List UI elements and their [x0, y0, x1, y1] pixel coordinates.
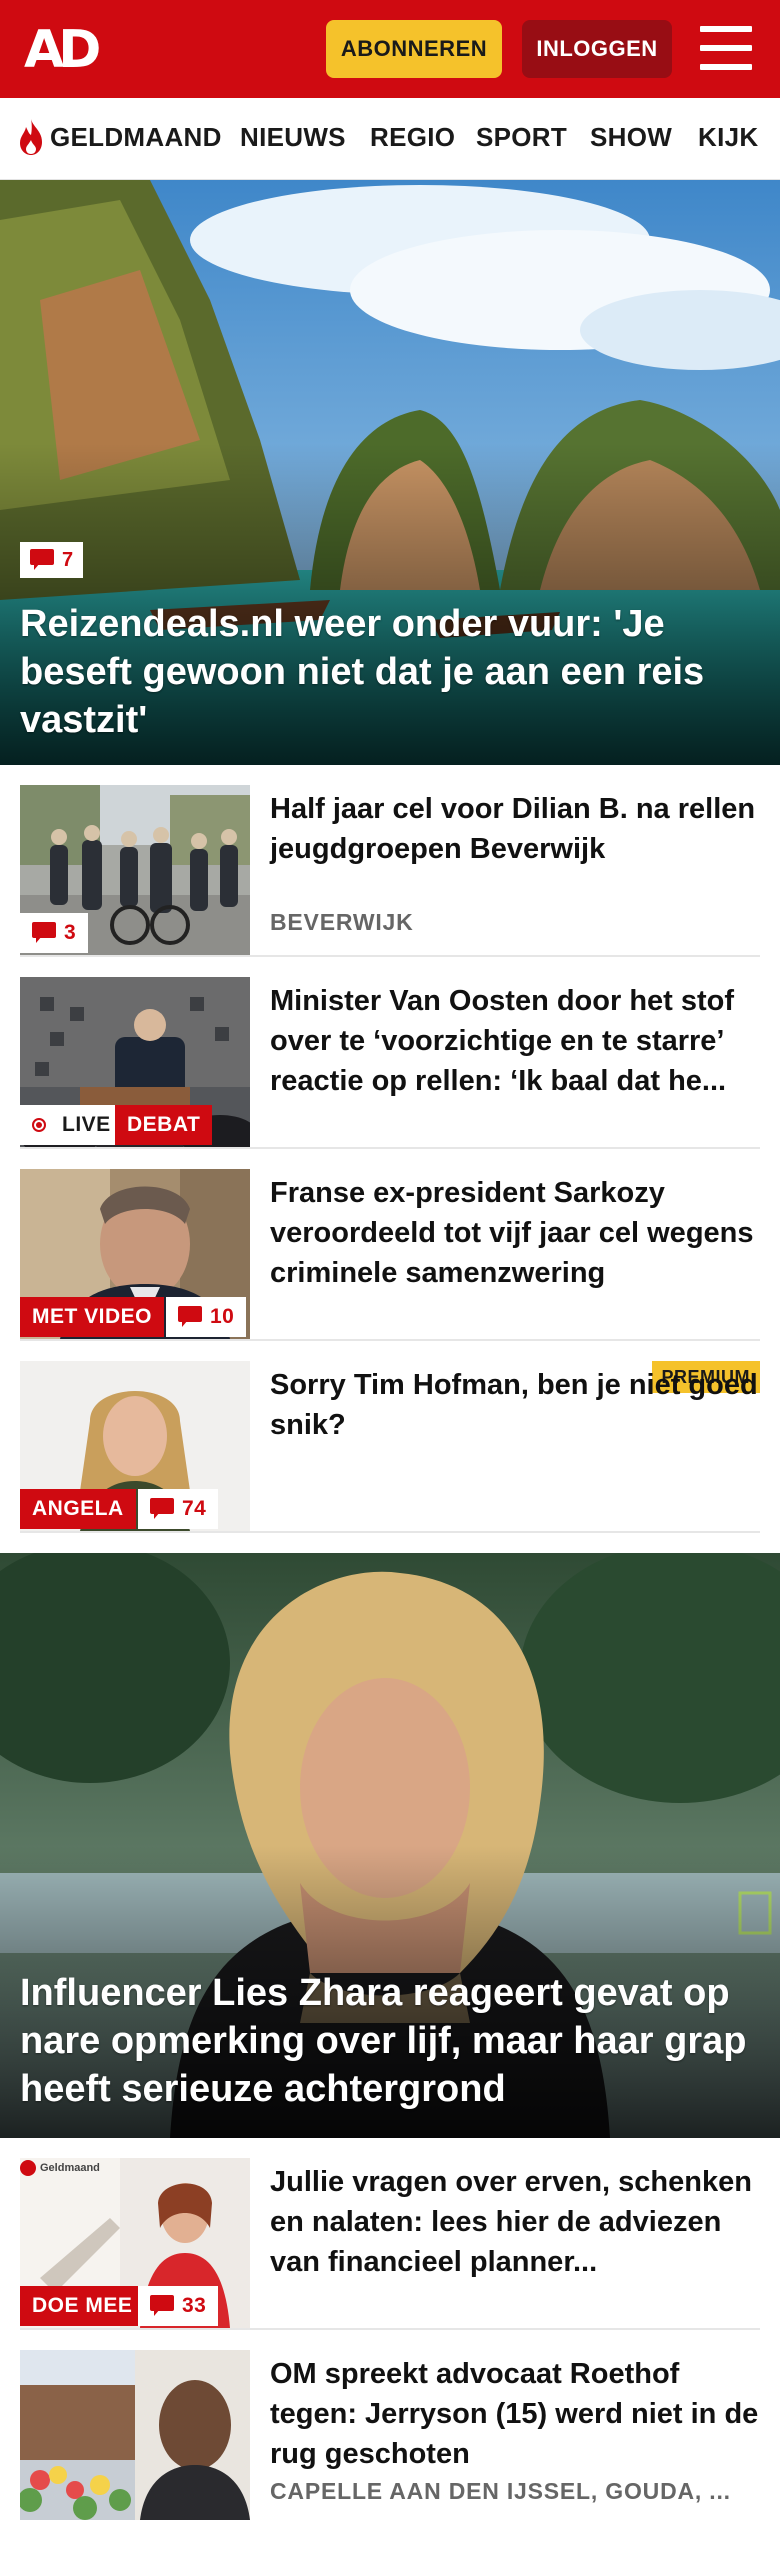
- article-thumbnail: [20, 2350, 250, 2520]
- thumbnail-caption: Geldmaand: [40, 2162, 100, 2174]
- comment-count: 74: [182, 1497, 207, 1520]
- live-dot-icon: [32, 1118, 46, 1132]
- nav-item-kijk[interactable]: KIJK: [698, 122, 758, 153]
- flame-icon: [20, 119, 42, 155]
- comment-count-badge: 74: [138, 1489, 219, 1529]
- list-item[interactable]: MET VIDEO 10 Franse ex-president Sarkozy…: [20, 1169, 760, 1341]
- article-title[interactable]: OM spreekt advocaat Roethof tegen: Jerry…: [270, 2354, 760, 2474]
- comment-icon: [178, 1306, 202, 1328]
- article-title[interactable]: Minister Van Oosten door het stof over t…: [270, 981, 760, 1101]
- comment-count-badge: 7: [20, 542, 84, 578]
- live-label: LIVE: [62, 1113, 111, 1136]
- article-location: BEVERWIJK: [270, 909, 414, 935]
- article-title[interactable]: Half jaar cel voor Dilian B. na rellen j…: [270, 789, 760, 869]
- comment-count: 7: [62, 548, 74, 571]
- article-title[interactable]: Jullie vragen over erven, schenken en na…: [270, 2162, 760, 2282]
- section-nav: GELDMAAND NIEUWS REGIO SPORT SHOW KIJK: [0, 98, 780, 180]
- comment-count-badge: 33: [138, 2286, 219, 2326]
- participate-tag: DOE MEE: [20, 2286, 145, 2326]
- comment-count: 3: [64, 921, 77, 944]
- nav-item-sport[interactable]: SPORT: [476, 122, 567, 153]
- comment-icon: [150, 1498, 174, 1520]
- hero-article[interactable]: Influencer Lies Zhara reageert gevat op …: [0, 1553, 780, 2138]
- ad-logo[interactable]: AD: [24, 22, 101, 78]
- top-header: AD ABONNEREN INLOGGEN: [0, 0, 780, 98]
- nav-item-geldmaand[interactable]: GELDMAAND: [50, 122, 222, 153]
- article-title[interactable]: Influencer Lies Zhara reageert gevat op …: [20, 1969, 760, 2113]
- list-item[interactable]: 3 Half jaar cel voor Dilian B. na rellen…: [20, 785, 760, 957]
- comment-count-badge: 3: [20, 913, 89, 953]
- subscribe-button[interactable]: ABONNEREN: [326, 20, 502, 78]
- live-indicator: LIVE: [20, 1105, 123, 1145]
- comment-count-badge: 10: [166, 1297, 247, 1337]
- comment-icon: [150, 2295, 174, 2317]
- article-title[interactable]: Sorry Tim Hofman, ben je niet goed snik?: [270, 1365, 760, 1445]
- comment-count: 10: [210, 1305, 235, 1328]
- list-item[interactable]: PREMIUM ANGELA 74 Sorry Tim Hofman, ben …: [20, 1361, 760, 1533]
- list-item[interactable]: Geldmaand DOE MEE 33 Jullie vragen over …: [20, 2158, 760, 2330]
- article-title[interactable]: Reizendeals.nl weer onder vuur: 'Je bese…: [20, 600, 760, 744]
- list-item[interactable]: OM spreekt advocaat Roethof tegen: Jerry…: [20, 2350, 760, 2522]
- nav-item-regio[interactable]: REGIO: [370, 122, 455, 153]
- comment-icon: [30, 549, 54, 571]
- article-title[interactable]: Franse ex-president Sarkozy veroordeeld …: [270, 1173, 760, 1293]
- columnist-tag: ANGELA: [20, 1489, 136, 1529]
- hero-article[interactable]: 7 Reizendeals.nl weer onder vuur: 'Je be…: [0, 180, 780, 765]
- nav-item-nieuws[interactable]: NIEUWS: [240, 122, 346, 153]
- video-tag: MET VIDEO: [20, 1297, 165, 1337]
- hamburger-menu-icon[interactable]: [700, 26, 752, 70]
- login-button[interactable]: INLOGGEN: [522, 20, 672, 78]
- comment-icon: [32, 922, 56, 944]
- article-location: CAPELLE AAN DEN IJSSEL, GOUDA, ...: [270, 2478, 731, 2504]
- comment-count: 33: [182, 2294, 207, 2317]
- nav-item-show[interactable]: SHOW: [590, 122, 672, 153]
- category-tag: DEBAT: [115, 1105, 213, 1145]
- list-item[interactable]: LIVE DEBAT Minister Van Oosten door het …: [20, 977, 760, 1149]
